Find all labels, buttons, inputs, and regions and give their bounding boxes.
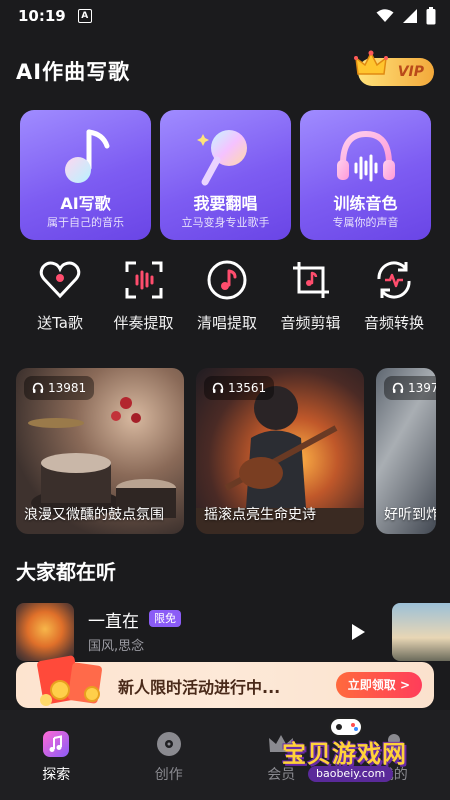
tool-label: 音频剪辑 <box>280 314 341 332</box>
notification-a-icon: A <box>77 9 92 23</box>
playlist-title: 摇滚点亮生命史诗 <box>204 507 316 523</box>
watermark-url: baobeiy.com <box>308 766 394 782</box>
playlist-card[interactable]: 13561 摇滚点亮生命史诗 <box>196 368 364 534</box>
microphone-icon <box>196 130 247 186</box>
card-title: 我要翻唱 <box>193 194 258 213</box>
playlist-title: 好听到炸 <box>384 507 436 523</box>
playlist-card[interactable]: 13971 好听到炸 <box>376 368 436 534</box>
headphones-small-icon <box>32 382 44 393</box>
tool-label: 音频转换 <box>363 314 424 332</box>
tool-label: 清唱提取 <box>196 314 257 332</box>
watermark: 宝贝游戏网 baobeiy.com <box>278 716 438 786</box>
page-title: AI作曲写歌 <box>16 60 131 84</box>
play-count-value: 13561 <box>228 381 267 395</box>
card-subtitle: 属于自己的音乐 <box>47 216 124 229</box>
gift-envelope-icon <box>37 655 102 706</box>
music-disc-icon <box>207 260 247 300</box>
section-title: 大家都在听 <box>16 560 116 584</box>
song-title: 一直在 <box>88 612 139 632</box>
play-count: 13561 <box>204 376 275 400</box>
tool-audio-convert[interactable]: 音频转换 <box>356 258 432 333</box>
tool-label: 伴奏提取 <box>113 314 174 332</box>
card-title: 训练音色 <box>333 194 398 213</box>
claim-button[interactable]: 立即领取 > <box>335 672 422 698</box>
heart-icon <box>39 261 81 299</box>
tab-create[interactable]: 创作 <box>113 710 226 800</box>
card-subtitle: 专属你的声音 <box>332 216 399 229</box>
promo-text: 新人限时活动进行中... <box>118 678 281 697</box>
tab-label: 创作 <box>154 767 183 783</box>
convert-icon <box>377 261 411 299</box>
waveform-scan-icon <box>125 261 162 299</box>
music-note-icon <box>64 129 109 183</box>
play-count-value: 13981 <box>48 381 87 395</box>
headphones-small-icon <box>392 382 404 393</box>
disc-icon <box>156 732 181 756</box>
train-voice-card[interactable]: 训练音色 专属你的声音 <box>300 110 431 240</box>
promo-banner[interactable]: 新人限时活动进行中... 立即领取 > <box>16 655 434 708</box>
tool-send-song[interactable]: 送Ta歌 <box>22 258 98 333</box>
feature-cards: AI写歌 属于自己的音乐 我要翻唱 立马变身专业歌手 训练音色 专属你的声音 <box>20 110 431 240</box>
playlist-card[interactable]: 13981 浪漫又微醺的鼓点氛围 <box>16 368 184 534</box>
play-count: 13981 <box>24 376 95 400</box>
tool-accompaniment-extract[interactable]: 伴奏提取 <box>106 258 182 333</box>
music-app-icon <box>43 731 70 757</box>
play-count-value: 13971 <box>408 381 436 395</box>
battery-icon <box>426 7 436 25</box>
tool-label: 送Ta歌 <box>37 314 83 332</box>
play-icon[interactable] <box>350 623 366 641</box>
vip-label: VIP <box>397 64 424 80</box>
headphones-icon <box>336 130 395 182</box>
crop-icon <box>292 262 329 298</box>
signal-icon <box>403 9 417 23</box>
free-tag: 限免 <box>149 610 181 627</box>
headphones-small-icon <box>212 382 224 393</box>
watermark-text: 宝贝游戏网 <box>282 740 407 768</box>
tab-label: 探索 <box>42 767 71 783</box>
tab-explore[interactable]: 探索 <box>0 710 113 800</box>
status-bar: 10:19 A <box>0 0 450 32</box>
status-time: 10:19 <box>18 7 66 25</box>
tools-row: 送Ta歌 伴奏提取 清唱提取 音频剪辑 音频转换 <box>22 258 432 333</box>
play-count: 13971 <box>384 376 436 400</box>
wifi-icon <box>376 9 394 22</box>
vip-button[interactable]: VIP <box>354 50 434 86</box>
card-subtitle: 立马变身专业歌手 <box>181 216 270 229</box>
tool-audio-edit[interactable]: 音频剪辑 <box>273 258 349 333</box>
card-title: AI写歌 <box>60 194 111 213</box>
cover-song-card[interactable]: 我要翻唱 立马变身专业歌手 <box>160 110 291 240</box>
next-song-cover[interactable] <box>392 603 450 661</box>
tool-vocal-extract[interactable]: 清唱提取 <box>189 258 265 333</box>
playlist-carousel[interactable]: 13981 浪漫又微醺的鼓点氛围 13561 摇滚点亮生命史诗 13971 好听… <box>16 368 450 534</box>
crown-icon <box>354 50 388 75</box>
ai-write-song-card[interactable]: AI写歌 属于自己的音乐 <box>20 110 151 240</box>
playlist-title: 浪漫又微醺的鼓点氛围 <box>24 507 164 523</box>
